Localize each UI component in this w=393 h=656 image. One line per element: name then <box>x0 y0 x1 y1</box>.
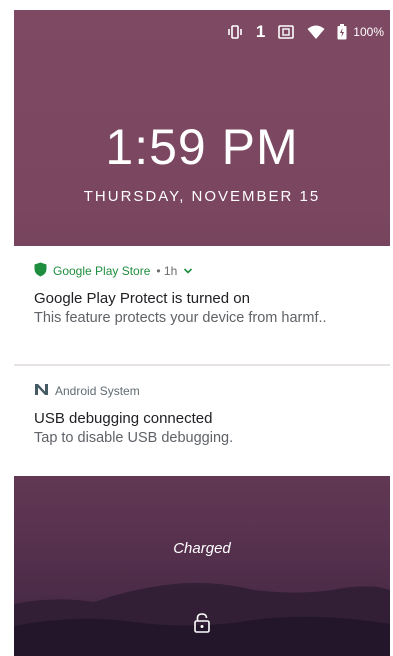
notification-usb-debugging[interactable]: Android System USB debugging connected T… <box>14 366 390 476</box>
notification-text: This feature protects your device from h… <box>34 310 327 326</box>
notification-app-name: Android System <box>55 384 140 398</box>
battery-icon <box>337 24 347 40</box>
notification-text: Tap to disable USB debugging. <box>34 430 234 446</box>
unlock-button[interactable] <box>14 613 390 638</box>
wallpaper-mountains <box>14 582 390 656</box>
lock-screen: 1 100% 1:59 PM THURSDAY, NOVEMBER 15 Goo… <box>14 10 390 656</box>
notification-count: 1 <box>255 22 266 41</box>
notification-app-name: Google Play Store <box>53 264 151 278</box>
expand-chevron-icon[interactable] <box>183 264 193 278</box>
android-n-icon <box>34 383 49 399</box>
notification-play-protect[interactable]: Google Play Store • 1h Google Play Prote… <box>14 246 390 364</box>
date: THURSDAY, NOVEMBER 15 <box>83 188 321 205</box>
shield-icon <box>34 262 47 280</box>
battery-percent: 100% <box>353 25 384 39</box>
notification-title: USB debugging connected <box>34 410 213 427</box>
status-bar: 1 100% <box>14 10 390 54</box>
nfc-icon <box>277 24 295 40</box>
notification-header: Android System <box>34 380 382 402</box>
lock-icon <box>194 613 210 638</box>
wifi-icon <box>307 25 325 40</box>
clock: 1:59 PM <box>105 119 299 175</box>
charging-status: Charged <box>173 540 231 557</box>
notification-time: • 1h <box>156 264 178 278</box>
vibrate-icon <box>226 25 244 39</box>
notification-header: Google Play Store • 1h <box>34 260 382 282</box>
notification-title: Google Play Protect is turned on <box>34 290 250 307</box>
